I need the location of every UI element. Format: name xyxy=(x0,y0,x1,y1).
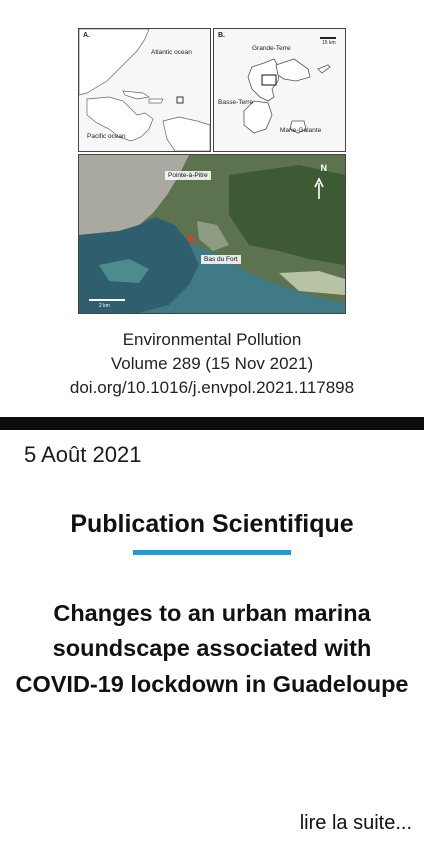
journal-volume: Volume 289 (15 Nov 2021) xyxy=(110,354,314,373)
grande-terre-label: Grande-Terre xyxy=(252,45,291,52)
post-category: Publication Scientifique xyxy=(70,510,354,538)
journal-doi: doi.org/10.1016/j.envpol.2021.117898 xyxy=(69,378,355,397)
caribbean-map: A. Atlantic ocean Pacific ocean xyxy=(78,28,211,152)
category-underline xyxy=(133,550,291,555)
journal-name: Environmental Pollution xyxy=(122,330,302,349)
black-divider xyxy=(0,417,424,430)
bas-du-fort-label: Bas du Fort xyxy=(201,255,241,264)
atlantic-ocean-label: Atlantic ocean xyxy=(151,49,192,56)
north-arrow-icon: N xyxy=(320,163,328,173)
satellite-map: Pointe-à-Pitre Bas du Fort N 2 km xyxy=(78,154,346,314)
post-title: Changes to an urban marina soundscape as… xyxy=(15,600,409,697)
scale-bar xyxy=(89,299,125,301)
panel-c-scale-label: 2 km xyxy=(99,303,110,309)
panel-b-scale-label: 15 km xyxy=(322,40,336,46)
post-date: 5 Août 2021 xyxy=(24,442,142,467)
panel-b-label: B. xyxy=(218,32,225,39)
pacific-ocean-label: Pacific ocean xyxy=(87,133,126,140)
satellite-image xyxy=(79,155,345,313)
guadeloupe-map: B. Grande-Terre Basse-Terre Marie-Galant… xyxy=(213,28,346,152)
article-figure: A. Atlantic ocean Pacific ocean B. Grand… xyxy=(8,4,416,410)
read-more-link[interactable]: lire la suite... xyxy=(300,812,412,835)
pointe-a-pitre-label: Pointe-à-Pitre xyxy=(165,171,211,180)
marie-galante-label: Marie-Galante xyxy=(280,127,322,134)
panel-a-label: A. xyxy=(83,32,90,39)
basse-terre-label: Basse-Terre xyxy=(218,99,254,106)
